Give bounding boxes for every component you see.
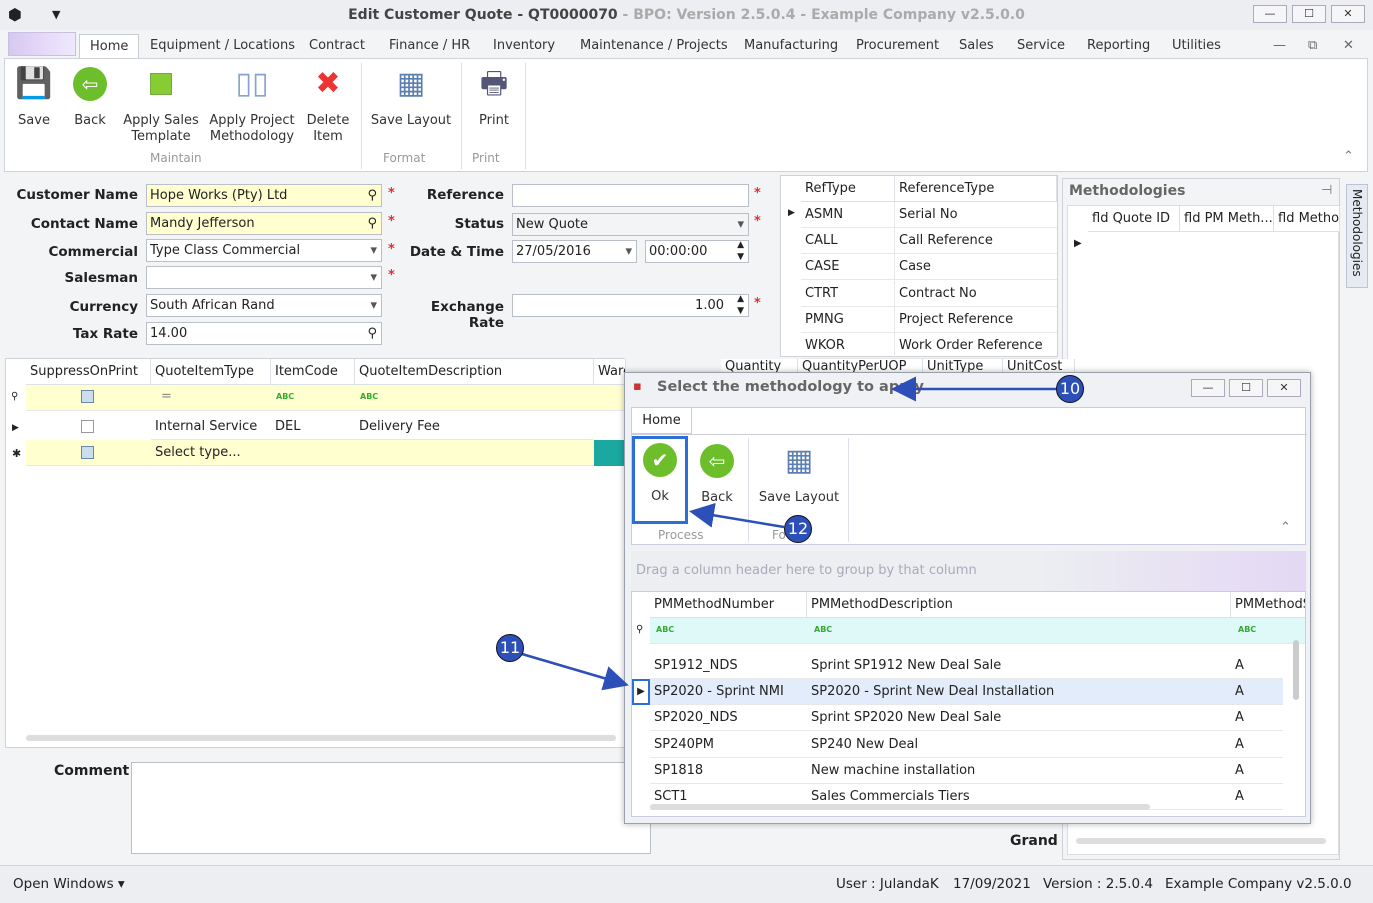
annotation-badge: 10 — [1056, 375, 1084, 403]
status-user: User : JulandaK — [836, 876, 939, 892]
annotation-overlay — [521, 376, 1056, 691]
annotation-badge: 11 — [496, 634, 524, 662]
annotation-arrow — [689, 502, 785, 529]
annotation-arrow — [521, 652, 629, 691]
status-date: 17/09/2021 — [953, 876, 1031, 892]
open-windows-button[interactable]: Open Windows ▾ — [13, 866, 125, 902]
annotation-badge: 12 — [784, 515, 812, 543]
status-version: Version : 2.5.0.4 — [1043, 876, 1154, 892]
status-bar: Open Windows ▾ User : JulandaK 17/09/202… — [0, 865, 1373, 903]
status-company: Example Company v2.5.0.0 — [1165, 876, 1352, 892]
